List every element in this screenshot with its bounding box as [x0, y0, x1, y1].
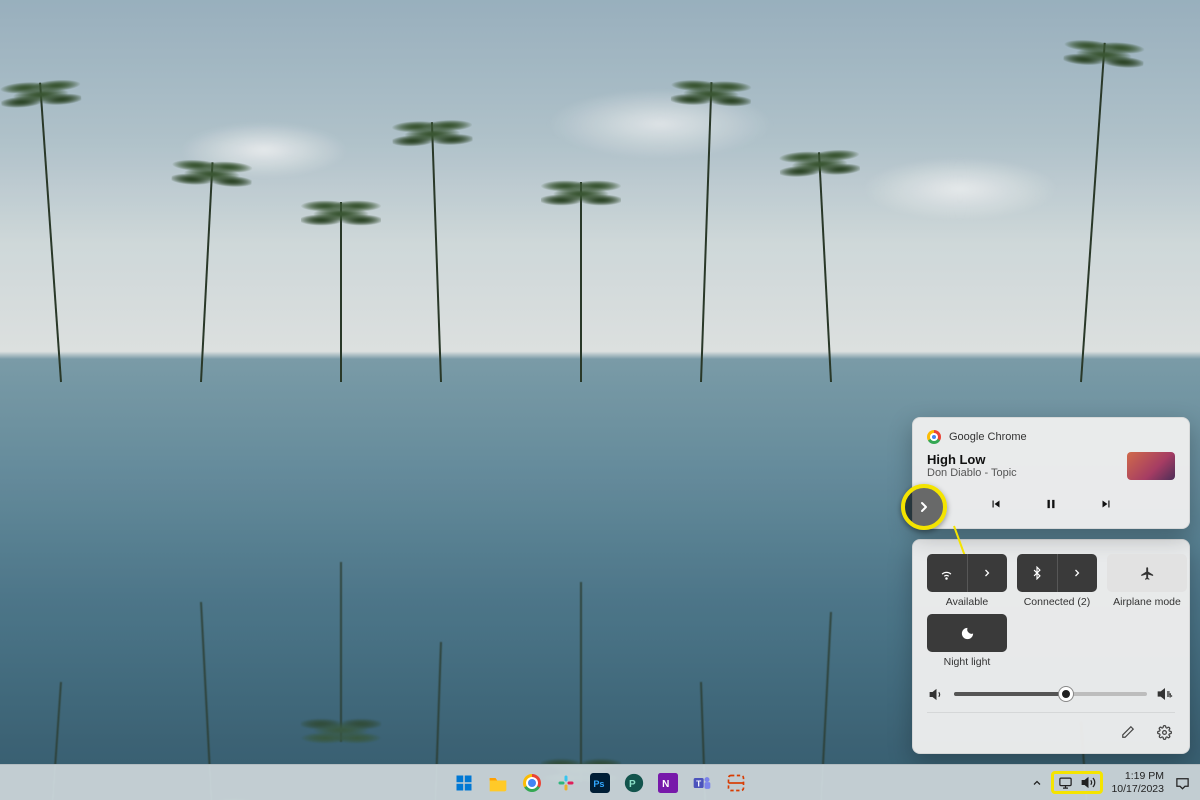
windows-icon	[455, 774, 473, 792]
night-light-icon	[960, 626, 975, 641]
network-icon	[1058, 775, 1073, 790]
svg-text:Ps: Ps	[593, 779, 604, 789]
photoshop-button[interactable]: Ps	[587, 770, 613, 796]
snipping-tool-button[interactable]	[723, 770, 749, 796]
chrome-icon	[927, 430, 941, 444]
svg-text:T: T	[696, 778, 701, 788]
photoshop-icon: Ps	[590, 773, 610, 793]
onenote-icon: N	[658, 773, 678, 793]
media-track-artist: Don Diablo - Topic	[927, 467, 1017, 479]
quick-settings-panel: Available Connected (2) Airplane mode	[912, 539, 1190, 754]
app-button-1[interactable]: P	[621, 770, 647, 796]
taskbar-center: Ps P N T	[451, 770, 749, 796]
media-pause-button[interactable]	[1037, 490, 1065, 518]
wifi-toggle[interactable]	[927, 554, 968, 592]
volume-slider[interactable]	[954, 692, 1147, 696]
wifi-tile[interactable]	[927, 554, 1007, 592]
tray-overflow-button[interactable]	[1027, 770, 1047, 796]
file-explorer-button[interactable]	[485, 770, 511, 796]
network-volume-tray[interactable]	[1051, 771, 1103, 794]
volume-icon	[1081, 775, 1096, 790]
palm-tree	[580, 182, 582, 382]
folder-icon	[488, 774, 508, 792]
palm-tree-reflection	[580, 582, 582, 782]
media-source-app: Google Chrome	[949, 431, 1027, 443]
onenote-button[interactable]: N	[655, 770, 681, 796]
wifi-expand[interactable]	[968, 554, 1008, 592]
all-settings-button[interactable]	[1153, 721, 1175, 743]
chevron-up-icon	[1031, 777, 1043, 789]
pencil-icon	[1121, 725, 1135, 739]
action-center-flyout: Google Chrome High Low Don Diablo - Topi…	[912, 417, 1190, 754]
volume-slider-thumb[interactable]	[1059, 687, 1073, 701]
chrome-icon	[523, 774, 541, 792]
media-panel: Google Chrome High Low Don Diablo - Topi…	[912, 417, 1190, 529]
media-previous-button[interactable]	[982, 490, 1010, 518]
media-next-button[interactable]	[1092, 490, 1120, 518]
chrome-button[interactable]	[519, 770, 545, 796]
bluetooth-expand[interactable]	[1058, 554, 1098, 592]
taskbar-date: 10/17/2023	[1111, 783, 1164, 795]
skip-next-icon	[1099, 497, 1113, 511]
palm-tree-reflection	[340, 562, 342, 742]
taskbar-system-tray: 1:19 PM 10/17/2023	[1027, 765, 1192, 800]
palm-tree	[340, 202, 342, 382]
airplane-icon	[1140, 566, 1155, 581]
bluetooth-icon	[1030, 566, 1044, 580]
volume-icon[interactable]	[929, 687, 944, 702]
night-light-tile-label: Night light	[944, 656, 991, 668]
night-light-tile[interactable]	[927, 614, 1007, 652]
svg-text:P: P	[629, 779, 636, 790]
wifi-icon	[939, 566, 954, 581]
chevron-right-icon	[916, 499, 932, 515]
slack-icon	[557, 774, 575, 792]
airplane-mode-tile[interactable]	[1107, 554, 1187, 592]
taskbar: Ps P N T 1:19 PM 10/17/2023	[0, 764, 1200, 800]
notification-icon	[1175, 775, 1190, 790]
chevron-right-icon	[1071, 567, 1083, 579]
audio-output-button[interactable]	[1157, 686, 1173, 702]
bluetooth-tile-label: Connected (2)	[1024, 596, 1091, 608]
taskbar-time: 1:19 PM	[1111, 770, 1164, 782]
notifications-button[interactable]	[1172, 770, 1192, 796]
airplane-mode-tile-label: Airplane mode	[1113, 596, 1181, 608]
wifi-tile-label: Available	[946, 596, 988, 608]
pause-icon	[1044, 497, 1058, 511]
annotation-highlight-circle	[901, 484, 947, 530]
svg-text:N: N	[662, 779, 669, 790]
volume-slider-fill	[954, 692, 1066, 696]
bluetooth-toggle[interactable]	[1017, 554, 1058, 592]
gear-icon	[1157, 725, 1172, 740]
media-track-title: High Low	[927, 452, 1017, 467]
media-thumbnail	[1127, 452, 1175, 480]
slack-button[interactable]	[553, 770, 579, 796]
teams-button[interactable]: T	[689, 770, 715, 796]
start-button[interactable]	[451, 770, 477, 796]
chevron-right-icon	[981, 567, 993, 579]
teams-icon: T	[692, 773, 712, 793]
taskbar-clock[interactable]: 1:19 PM 10/17/2023	[1107, 770, 1168, 794]
bluetooth-tile[interactable]	[1017, 554, 1097, 592]
edit-quick-settings-button[interactable]	[1117, 721, 1139, 743]
snip-icon	[726, 773, 746, 793]
app-icon: P	[624, 773, 644, 793]
skip-previous-icon	[989, 497, 1003, 511]
